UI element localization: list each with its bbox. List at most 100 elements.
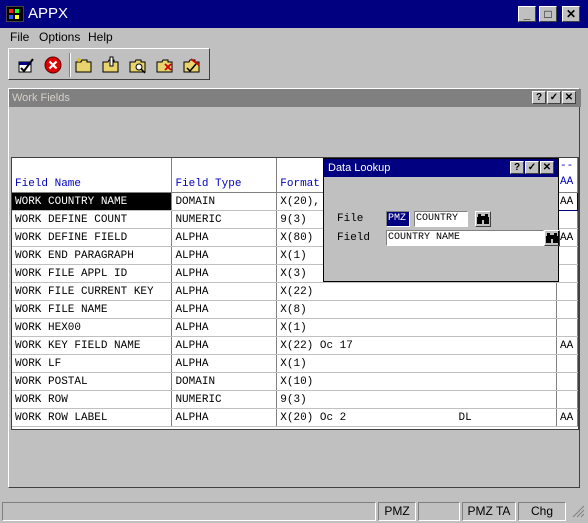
cell-field-type[interactable]: DOMAIN [171,192,278,211]
file-label: File [337,213,364,225]
cell-flag[interactable] [556,318,578,337]
cell-field-name[interactable]: WORK LF [12,354,173,373]
cell-field-type[interactable]: ALPHA [171,228,278,247]
cell-flag[interactable] [556,390,578,409]
cell-field-type[interactable]: NUMERIC [171,210,278,229]
cell-format[interactable]: 9(3) [276,390,557,409]
cell-format[interactable]: X(22) [276,282,557,301]
cell-field-type[interactable]: ALPHA [171,282,278,301]
check-icon: ✓ [527,162,537,173]
mark-folder-icon[interactable] [183,56,201,74]
table-row[interactable]: WORK FILE CURRENT KEY ALPHA X(22) [12,282,578,301]
data-lookup-dialog: Data Lookup ? ✓ ✕ File PMZ COUNTRY Field… [323,158,560,282]
lookup-close-button[interactable]: ✕ [540,161,554,174]
help-button[interactable]: ? [532,91,546,104]
appx-logo-icon [6,6,24,22]
edit-folder-icon[interactable] [102,56,120,74]
help-icon: ? [513,162,521,173]
maximize-button[interactable]: □ [539,6,557,22]
data-lookup-title: Data Lookup [328,162,391,174]
column-header-field-type[interactable]: Field Type [171,158,278,193]
status-app: PMZ [378,502,416,521]
field-value-field[interactable]: COUNTRY NAME [386,230,544,246]
cell-field-name[interactable]: WORK DEFINE FIELD [12,228,173,247]
cell-field-name[interactable]: WORK POSTAL [12,372,173,391]
lookup-help-button[interactable]: ? [510,161,524,174]
cell-field-type[interactable]: ALPHA [171,336,278,355]
cell-flag[interactable] [556,246,578,265]
file-lookup-button[interactable] [475,211,491,227]
cell-flag[interactable]: AA [556,408,578,427]
cell-field-name[interactable]: WORK ROW [12,390,173,409]
cancel-button[interactable]: ✕ [562,91,576,104]
accept-icon[interactable] [17,56,35,74]
cell-format[interactable]: X(20) Oc 2 DL [276,408,557,427]
table-row[interactable]: WORK KEY FIELD NAME ALPHA X(22) Oc 17 AA [12,336,578,355]
work-fields-window: Work Fields ? ✓ ✕ Field Name Field Type … [8,88,581,488]
table-row[interactable]: WORK LF ALPHA X(1) [12,354,578,373]
cell-format[interactable]: X(10) [276,372,557,391]
accept-button[interactable]: ✓ [547,91,561,104]
menu-file[interactable]: File [10,30,29,44]
cell-field-type[interactable]: ALPHA [171,318,278,337]
cell-field-type[interactable]: NUMERIC [171,390,278,409]
close-icon: ✕ [542,162,552,173]
column-header-flag[interactable]: -- AA [556,158,578,193]
cell-field-type[interactable]: ALPHA [171,246,278,265]
cell-field-type[interactable]: ALPHA [171,300,278,319]
cell-field-name[interactable]: WORK FILE APPL ID [12,264,173,283]
search-folder-icon[interactable] [129,56,147,74]
new-folder-icon[interactable] [75,56,93,74]
cell-field-name[interactable]: WORK HEX00 [12,318,173,337]
field-lookup-button[interactable] [544,230,560,246]
cell-field-type[interactable]: ALPHA [171,354,278,373]
resize-grip-icon[interactable] [568,502,586,521]
status-mode: PMZ TA [462,502,516,521]
cell-field-name[interactable]: WORK COUNTRY NAME [12,192,173,211]
cell-field-name[interactable]: WORK END PARAGRAPH [12,246,173,265]
cell-field-type[interactable]: ALPHA [171,408,278,427]
cell-flag[interactable] [556,372,578,391]
file-name-field[interactable]: COUNTRY [414,211,468,227]
cell-field-name[interactable]: WORK FILE NAME [12,300,173,319]
menu-bar: File Options Help [0,28,588,46]
file-app-field[interactable]: PMZ [386,211,410,227]
close-button[interactable]: ✕ [562,6,580,22]
cell-flag[interactable]: AA [556,336,578,355]
table-row[interactable]: WORK ROW NUMERIC 9(3) [12,390,578,409]
cell-flag[interactable] [556,210,578,229]
table-row[interactable]: WORK HEX00 ALPHA X(1) [12,318,578,337]
cell-field-name[interactable]: WORK FILE CURRENT KEY [12,282,173,301]
help-icon: ? [535,92,543,103]
minimize-icon: _ [523,7,531,21]
cell-field-name[interactable]: WORK DEFINE COUNT [12,210,173,229]
cancel-icon[interactable] [44,56,62,74]
delete-folder-icon[interactable] [156,56,174,74]
cell-format[interactable]: X(1) [276,318,557,337]
cell-format[interactable]: X(22) Oc 17 [276,336,557,355]
status-blank [418,502,460,521]
work-fields-titlebar: Work Fields ? ✓ ✕ [9,89,581,107]
lookup-accept-button[interactable]: ✓ [525,161,539,174]
cell-format[interactable]: X(1) [276,354,557,373]
cell-field-name[interactable]: WORK ROW LABEL [12,408,173,427]
cell-flag[interactable] [556,282,578,301]
table-row[interactable]: WORK POSTAL DOMAIN X(10) [12,372,578,391]
cell-format[interactable]: X(8) [276,300,557,319]
table-row[interactable]: WORK ROW LABEL ALPHA X(20) Oc 2 DL AA [12,408,578,427]
data-lookup-titlebar: Data Lookup ? ✓ ✕ [324,159,558,177]
cell-flag[interactable] [556,354,578,373]
cell-flag[interactable] [556,300,578,319]
column-header-field-name[interactable]: Field Name [12,158,173,193]
cell-field-type[interactable]: DOMAIN [171,372,278,391]
cell-flag[interactable]: AA [556,192,578,211]
cell-flag[interactable] [556,264,578,283]
cell-field-name[interactable]: WORK KEY FIELD NAME [12,336,173,355]
menu-options[interactable]: Options [39,30,80,44]
binoculars-icon [477,214,489,224]
menu-help[interactable]: Help [88,30,113,44]
cell-field-type[interactable]: ALPHA [171,264,278,283]
status-change: Chg [518,502,566,521]
table-row[interactable]: WORK FILE NAME ALPHA X(8) [12,300,578,319]
minimize-button[interactable]: _ [518,6,536,22]
